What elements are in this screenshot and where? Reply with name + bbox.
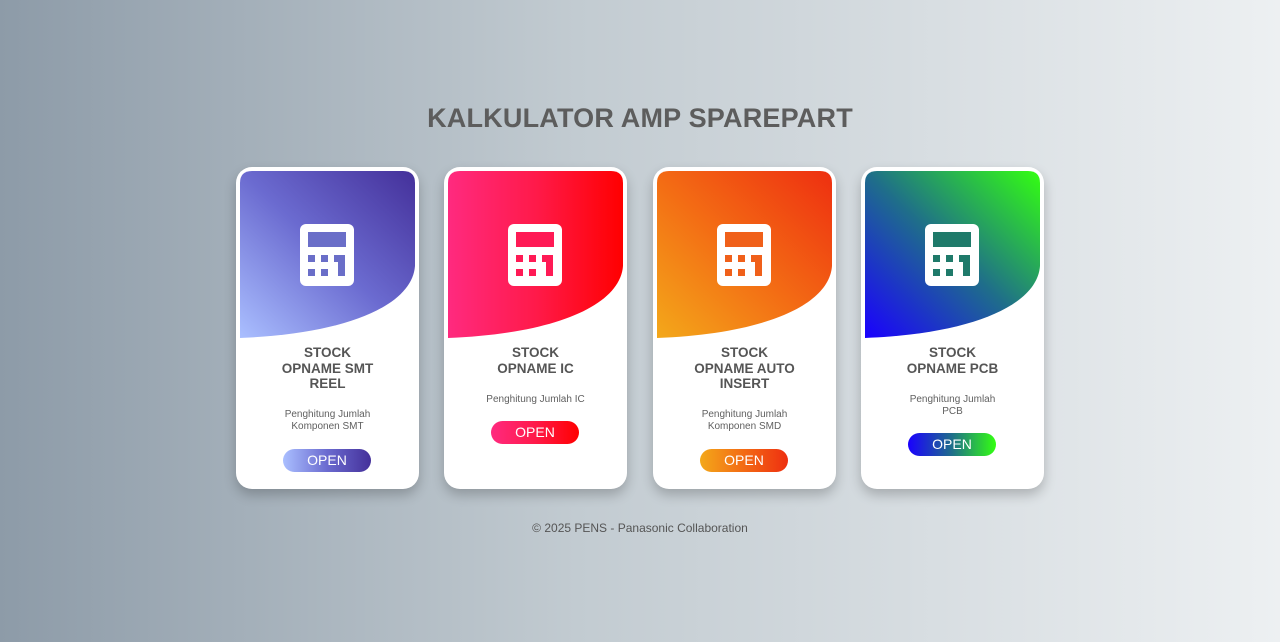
calculator-icon [717, 224, 771, 286]
card-header-shape [657, 171, 832, 338]
card-header-shape [448, 171, 623, 338]
open-button-auto-insert[interactable]: OPEN [700, 449, 788, 472]
open-button-ic[interactable]: OPEN [491, 421, 579, 444]
card-ic: STOCK OPNAME IC Penghitung Jumlah IC OPEN [444, 167, 627, 489]
calculator-icon [300, 224, 354, 286]
card-auto-insert: STOCK OPNAME AUTO INSERT Penghitung Jumla… [653, 167, 836, 489]
card-description: Penghitung Jumlah IC [486, 394, 585, 405]
card-title: STOCK OPNAME AUTO INSERT [694, 345, 795, 391]
page-title: KALKULATOR AMP SPAREPART [427, 103, 853, 133]
open-button-smt-reel[interactable]: OPEN [283, 449, 371, 472]
card-smt-reel: STOCK OPNAME SMT REEL Penghitung Jumlah K… [236, 167, 419, 489]
card-header-shape [865, 171, 1040, 338]
open-button-pcb[interactable]: OPEN [908, 433, 996, 456]
calculator-icon [508, 224, 562, 286]
card-pcb: STOCK OPNAME PCB Penghitung Jumlah PCB OPE… [861, 167, 1044, 489]
card-description: Penghitung Jumlah PCB [909, 394, 996, 417]
card-description: Penghitung Jumlah Komponen SMD [701, 409, 788, 432]
card-title: STOCK OPNAME PCB [906, 345, 999, 376]
card-header-shape [240, 171, 415, 338]
footer-copyright: © 2025 PENS - Panasonic Collaboration [532, 521, 748, 535]
calculator-icon [925, 224, 979, 286]
card-title: STOCK OPNAME IC [497, 345, 574, 376]
card-description: Penghitung Jumlah Komponen SMT [284, 409, 371, 432]
card-title: STOCK OPNAME SMT REEL [281, 345, 374, 391]
